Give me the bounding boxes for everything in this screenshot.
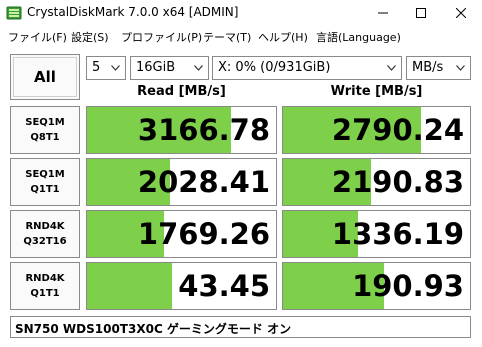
title-bar[interactable]: CrystalDiskMark 7.0.0 x64 [ADMIN] (0, 0, 482, 26)
read-result-value: 2028.41 (137, 165, 270, 199)
menu-bar: ファイル(F) 設定(S) プロファイル(P) テーマ(T) ヘルプ(H) 言語… (0, 26, 482, 48)
close-button[interactable] (442, 0, 482, 26)
test-rnd4k-q32t16-button[interactable]: RND4K Q32T16 (10, 210, 80, 258)
write-result-value: 190.93 (352, 269, 464, 303)
test-rnd4k-q1t1-button[interactable]: RND4K Q1T1 (10, 262, 80, 310)
chevron-down-icon (111, 65, 120, 71)
menu-profile[interactable]: プロファイル(P) (121, 29, 202, 45)
menu-file[interactable]: ファイル(F) (8, 29, 67, 45)
test-name: RND4K (25, 221, 65, 232)
test-seq1m-q8t1-button[interactable]: SEQ1M Q8T1 (10, 106, 80, 154)
write-result-cell: 2190.83 (282, 158, 471, 206)
window-title: CrystalDiskMark 7.0.0 x64 [ADMIN] (27, 5, 239, 19)
test-queue: Q8T1 (30, 132, 60, 143)
test-queue: Q1T1 (30, 288, 60, 299)
chevron-down-icon (456, 65, 465, 71)
test-queue: Q32T16 (23, 236, 67, 247)
write-result-value: 1336.19 (331, 217, 464, 251)
all-button-focus-frame (13, 57, 77, 97)
read-result-value: 1769.26 (137, 217, 270, 251)
test-size-select[interactable]: 16GiB (130, 56, 209, 80)
minimize-button[interactable] (364, 0, 402, 26)
write-result-cell: 190.93 (282, 262, 471, 310)
write-result-cell: 1336.19 (282, 210, 471, 258)
test-count-select[interactable]: 5 (86, 56, 126, 80)
maximize-button[interactable] (402, 0, 440, 26)
main-panel: All 5 16GiB X: 0% (0/931GiB) MB/s Read [… (0, 48, 482, 347)
close-icon (456, 8, 466, 18)
test-name: RND4K (25, 273, 65, 284)
test-name: SEQ1M (25, 117, 65, 128)
read-column-header: Read [MB/s] (137, 84, 226, 99)
comment-field[interactable]: SN750 WDS100T3X0C ゲーミングモード オン (10, 316, 471, 338)
chevron-down-icon (387, 65, 396, 71)
read-result-cell: 1769.26 (86, 210, 277, 258)
read-result-value: 3166.78 (137, 113, 270, 147)
minimize-icon (378, 12, 388, 14)
crystaldiskmark-app-icon (6, 5, 22, 21)
test-name: SEQ1M (25, 169, 65, 180)
comment-text: SN750 WDS100T3X0C ゲーミングモード オン (15, 322, 292, 336)
read-result-cell: 3166.78 (86, 106, 277, 154)
menu-settings[interactable]: 設定(S) (71, 29, 109, 45)
menu-help[interactable]: ヘルプ(H) (258, 29, 308, 45)
unit-value: MB/s (412, 60, 444, 75)
write-result-value: 2790.24 (331, 113, 464, 147)
write-column-header: Write [MB/s] (330, 84, 423, 99)
write-result-value: 2190.83 (331, 165, 464, 199)
read-result-bar (87, 263, 173, 309)
all-button[interactable]: All (10, 54, 80, 100)
maximize-icon (416, 8, 426, 18)
chevron-down-icon (194, 65, 203, 71)
read-result-value: 43.45 (178, 269, 270, 303)
test-size-value: 16GiB (136, 60, 176, 75)
test-seq1m-q1t1-button[interactable]: SEQ1M Q1T1 (10, 158, 80, 206)
menu-theme[interactable]: テーマ(T) (203, 29, 251, 45)
test-queue: Q1T1 (30, 184, 60, 195)
unit-select[interactable]: MB/s (406, 56, 471, 80)
read-result-cell: 2028.41 (86, 158, 277, 206)
write-result-cell: 2790.24 (282, 106, 471, 154)
test-count-value: 5 (92, 60, 101, 75)
drive-value: X: 0% (0/931GiB) (218, 60, 331, 75)
read-result-cell: 43.45 (86, 262, 277, 310)
menu-language[interactable]: 言語(Language) (316, 29, 401, 45)
drive-select[interactable]: X: 0% (0/931GiB) (212, 56, 402, 80)
